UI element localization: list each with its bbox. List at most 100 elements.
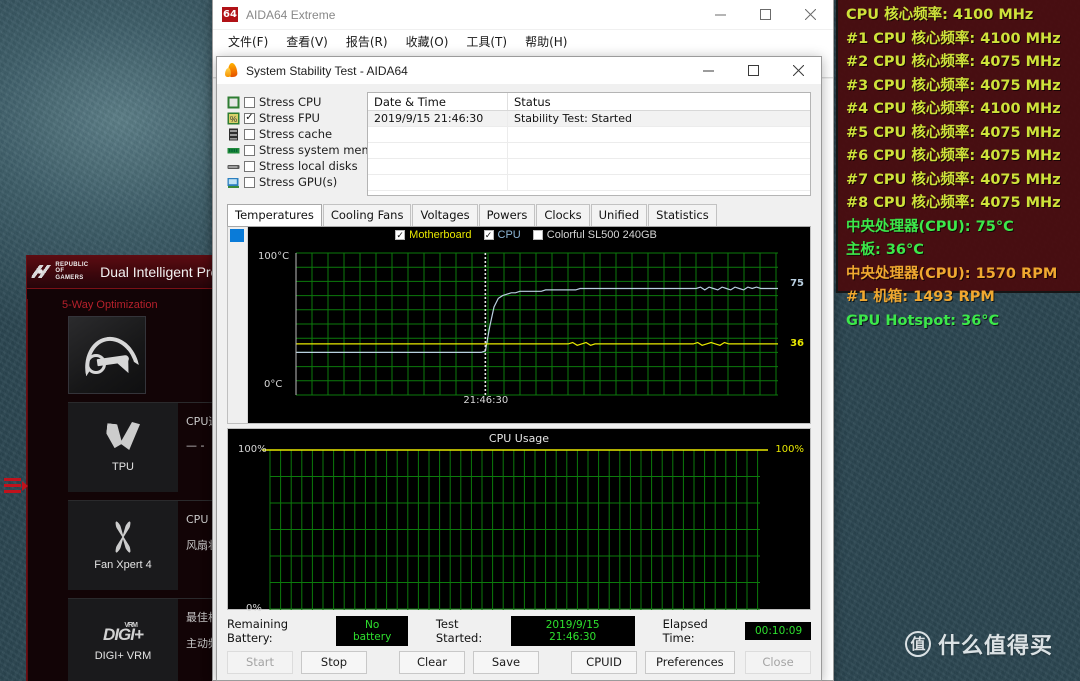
- sst-button-bar[interactable]: Start Stop Clear Save CPUID Preferences …: [217, 648, 821, 680]
- osd-line-13: GPU Hotspot: 36°C: [846, 312, 1000, 329]
- stress-cache-checkbox[interactable]: [244, 128, 255, 140]
- temperatures-chart: ✓ Motherboard ✓ CPU Colorful SL500 240GB: [248, 227, 810, 423]
- aida64-menubar[interactable]: 文件(F) 查看(V) 报告(R) 收藏(O) 工具(T) 帮助(H): [213, 30, 833, 52]
- asus-dip-panel[interactable]: REPUBLIC OF GAMERS Dual Intelligent Proc…: [26, 255, 220, 681]
- digi-vrm-tile[interactable]: D VRM IGI+ DIGI+ VRM: [68, 599, 178, 681]
- sst-titlebar[interactable]: System Stability Test - AIDA64: [217, 57, 821, 84]
- stress-disks-checkbox[interactable]: [244, 160, 255, 172]
- preferences-button[interactable]: Preferences: [645, 650, 735, 674]
- sst-window-title: System Stability Test - AIDA64: [246, 63, 408, 78]
- menu-favorites[interactable]: 收藏(O): [397, 33, 458, 50]
- disk-icon: [227, 160, 240, 173]
- menu-tools[interactable]: 工具(T): [457, 33, 516, 50]
- legend-ssd[interactable]: Colorful SL500 240GB: [532, 229, 657, 241]
- legend-motherboard-label: Motherboard: [409, 229, 472, 241]
- aida64-window-controls[interactable]: [698, 0, 833, 30]
- digi-vrm-icon: D VRM IGI+: [103, 622, 144, 644]
- asus-row-fan-xpert[interactable]: Fan Xpert 4 CPU 风扇极致 风扇状态：: [68, 500, 220, 590]
- stress-cache-label: Stress cache: [259, 127, 333, 141]
- stress-option-cpu[interactable]: Stress CPU: [227, 94, 355, 110]
- tab-cooling-fans[interactable]: Cooling Fans: [322, 204, 412, 226]
- stress-gpu-checkbox[interactable]: [244, 176, 255, 188]
- stress-options-list[interactable]: Stress CPU % Stress FPU Stress cache: [227, 92, 391, 196]
- stress-option-fpu[interactable]: % Stress FPU: [227, 110, 355, 126]
- minimize-button[interactable]: [698, 0, 743, 30]
- start-button[interactable]: Start: [227, 650, 293, 674]
- asus-row-digi-vrm[interactable]: DVRMIGI+ DIGI+ VRM 最佳相位： 主动频率模式：: [68, 598, 220, 681]
- tpu-tile[interactable]: TPU: [68, 403, 178, 492]
- fan-xpert-tile[interactable]: Fan Xpert 4: [68, 501, 178, 590]
- tab-powers[interactable]: Powers: [478, 204, 536, 226]
- temperatures-panel: ✓ Motherboard ✓ CPU Colorful SL500 240GB: [227, 226, 811, 424]
- close-button[interactable]: [788, 0, 833, 30]
- stress-disks-label: Stress local disks: [259, 159, 358, 173]
- table-row[interactable]: 2019/9/15 21:46:30 Stability Test: Start…: [368, 111, 810, 127]
- series-motherboard: [296, 341, 778, 346]
- maximize-button[interactable]: [743, 0, 788, 30]
- memory-icon: [227, 144, 240, 157]
- sst-tab-bar[interactable]: Temperatures Cooling Fans Voltages Power…: [227, 204, 811, 226]
- stop-button[interactable]: Stop: [301, 650, 367, 674]
- table-row[interactable]: [368, 127, 810, 143]
- legend-cpu[interactable]: ✓ CPU: [483, 229, 521, 241]
- clear-button[interactable]: Clear: [399, 650, 465, 674]
- table-row[interactable]: [368, 175, 810, 191]
- legend-ssd-label: Colorful SL500 240GB: [546, 229, 657, 241]
- cpuid-button[interactable]: CPUID: [571, 650, 637, 674]
- menu-file[interactable]: 文件(F): [219, 33, 277, 50]
- battery-value: No battery: [336, 616, 408, 646]
- sst-close-button[interactable]: [776, 56, 821, 86]
- stress-option-gpu[interactable]: Stress GPU(s): [227, 174, 355, 190]
- stress-fpu-label: Stress FPU: [259, 111, 320, 125]
- tab-voltages[interactable]: Voltages: [412, 204, 478, 226]
- cpu-series-end-label: 75: [790, 278, 804, 289]
- sst-window-controls[interactable]: [686, 56, 821, 86]
- osd-line-6: #6 CPU 核心频率: 4075 MHz: [846, 148, 1061, 164]
- stress-memory-checkbox[interactable]: [244, 144, 255, 156]
- osd-line-0: CPU 核心频率: 4100 MHz: [846, 7, 1034, 23]
- legend-ssd-checkbox[interactable]: [532, 230, 543, 240]
- asus-panel-expand-handle[interactable]: [4, 478, 28, 493]
- stress-option-disks[interactable]: Stress local disks: [227, 158, 358, 174]
- stress-fpu-checkbox[interactable]: [244, 112, 255, 124]
- cpu-usage-title: CPU Usage: [488, 432, 550, 445]
- aida64-window-title: AIDA64 Extreme: [246, 7, 336, 22]
- legend-cpu-checkbox[interactable]: ✓: [483, 230, 494, 240]
- sst-minimize-button[interactable]: [686, 56, 731, 86]
- tab-unified[interactable]: Unified: [590, 204, 648, 226]
- save-button[interactable]: Save: [473, 650, 539, 674]
- sst-status-strip: Remaining Battery: No battery Test Start…: [217, 614, 821, 648]
- cpu-y-max-right-label: 100%: [775, 444, 804, 455]
- five-way-optimization-button[interactable]: [68, 316, 146, 394]
- menu-view[interactable]: 查看(V): [277, 33, 337, 50]
- scrollbar-thumb[interactable]: [230, 229, 244, 242]
- sst-body: Stress CPU % Stress FPU Stress cache: [217, 84, 821, 614]
- stress-option-cache[interactable]: Stress cache: [227, 126, 355, 142]
- tpu-icon: [104, 422, 142, 456]
- sst-maximize-button[interactable]: [731, 56, 776, 86]
- legend-cpu-label: CPU: [497, 229, 521, 241]
- temperatures-scrollbar[interactable]: [228, 227, 248, 423]
- stress-cpu-checkbox[interactable]: [244, 96, 255, 108]
- cpu-usage-plot: [262, 449, 768, 610]
- stress-option-memory[interactable]: Stress system memory: [227, 142, 391, 158]
- menu-help[interactable]: 帮助(H): [516, 33, 576, 50]
- temperatures-legend[interactable]: ✓ Motherboard ✓ CPU Colorful SL500 240GB: [248, 229, 804, 241]
- asus-row-tpu[interactable]: TPU CPU速度： — -: [68, 402, 220, 492]
- table-row[interactable]: [368, 159, 810, 175]
- tab-temperatures[interactable]: Temperatures: [227, 204, 322, 226]
- tab-clocks[interactable]: Clocks: [536, 204, 590, 226]
- osd-line-2: #2 CPU 核心频率: 4075 MHz: [846, 54, 1061, 70]
- stability-log-table[interactable]: Date & Time Status 2019/9/15 21:46:30 St…: [367, 92, 811, 196]
- close-button[interactable]: Close: [745, 650, 811, 674]
- menu-report[interactable]: 报告(R): [337, 33, 397, 50]
- system-stability-test-window[interactable]: System Stability Test - AIDA64 Stress CP…: [216, 56, 822, 681]
- legend-motherboard[interactable]: ✓ Motherboard: [395, 229, 472, 241]
- table-row[interactable]: [368, 143, 810, 159]
- legend-motherboard-checkbox[interactable]: ✓: [395, 230, 406, 240]
- tab-statistics[interactable]: Statistics: [648, 204, 717, 226]
- cpu-usage-panel: CPU Usage 100% 0% 100%: [227, 428, 811, 614]
- elapsed-time-label: Elapsed Time:: [662, 617, 708, 645]
- aida64-titlebar[interactable]: 64 AIDA64 Extreme: [213, 0, 833, 30]
- series-cpu: [296, 286, 778, 354]
